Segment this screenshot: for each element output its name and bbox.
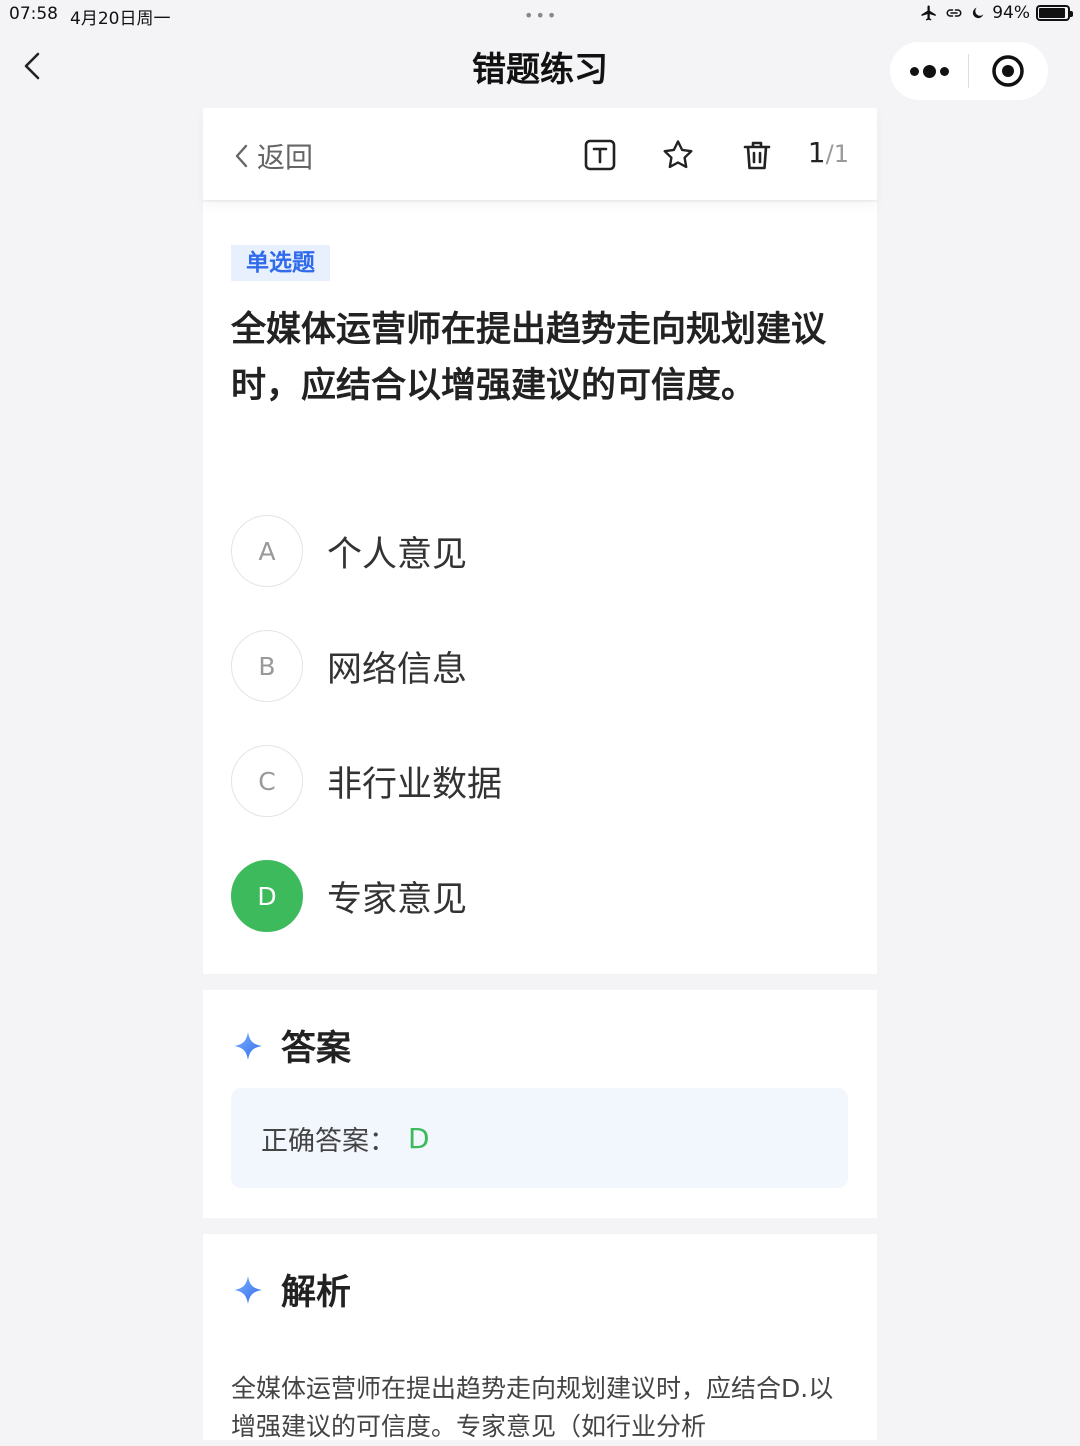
answer-title: 答案 [281, 1029, 352, 1069]
back-button-label: 返回 [257, 141, 314, 174]
status-bar: 07:58 4月20日周一 ••• 94% [0, 0, 1080, 30]
option-c[interactable]: C 非行业数据 [231, 745, 502, 817]
battery-percent: 94% [992, 3, 1030, 23]
chevron-left-icon [235, 144, 248, 168]
battery-icon [1036, 5, 1073, 21]
question-type-tag: 单选题 [231, 245, 330, 281]
question-card: 单选题 全媒体运营师在提出趋势走向规划建议时，应结合以增强建议的可信度。 A 个… [203, 202, 877, 974]
star-icon[interactable] [661, 138, 695, 172]
option-text: 个人意见 [327, 534, 468, 575]
correct-answer-value: D [408, 1121, 430, 1155]
correct-answer-box: 正确答案： D [231, 1088, 848, 1188]
counter-separator: / [825, 140, 834, 168]
back-button[interactable]: 返回 [233, 136, 313, 176]
counter-current: 1 [807, 136, 826, 169]
answer-card: 答案 正确答案： D [203, 990, 877, 1218]
correct-answer-label: 正确答案： [261, 1125, 396, 1157]
airplane-icon [921, 5, 936, 21]
option-text: 非行业数据 [327, 764, 503, 805]
text-size-icon[interactable] [583, 138, 617, 172]
more-options-icon[interactable] [890, 42, 968, 100]
multitask-dots-icon[interactable]: ••• [524, 6, 558, 25]
option-a[interactable]: A 个人意见 [231, 515, 467, 587]
analysis-title: 解析 [281, 1273, 352, 1313]
status-time: 07:58 [9, 4, 58, 24]
option-text: 网络信息 [327, 649, 468, 690]
question-text: 全媒体运营师在提出趋势走向规划建议时，应结合以增强建议的可信度。 [231, 310, 827, 406]
close-target-icon[interactable] [969, 42, 1047, 100]
option-b[interactable]: B 网络信息 [231, 630, 467, 702]
option-d[interactable]: D 专家意见 [231, 860, 467, 932]
option-text: 专家意见 [327, 879, 468, 920]
option-letter: A [231, 515, 303, 587]
link-icon [946, 9, 962, 17]
sparkle-icon [234, 1275, 262, 1304]
sparkle-icon [234, 1031, 262, 1060]
trash-icon[interactable] [740, 138, 774, 172]
moon-icon [973, 7, 984, 19]
status-date: 4月20日周一 [70, 9, 171, 29]
analysis-card: 解析 全媒体运营师在提出趋势走向规划建议时，应结合D.以增强建议的可信度。专家意… [203, 1234, 877, 1441]
status-icons: 94% [920, 3, 1073, 23]
navbar: 错题练习 [0, 30, 1080, 108]
analysis-section-title: 解析 [233, 1264, 351, 1315]
question-toolbar: 返回 1/1 [203, 108, 877, 200]
analysis-text: 全媒体运营师在提出趋势走向规划建议时，应结合D.以增强建议的可信度。专家意见（如… [231, 1374, 834, 1441]
mini-program-capsule [890, 42, 1048, 100]
option-letter-correct: D [231, 860, 303, 932]
question-counter: 1/1 [808, 136, 849, 169]
option-letter: C [231, 745, 303, 817]
counter-total: 1 [833, 140, 849, 168]
answer-section-title: 答案 [233, 1020, 351, 1071]
option-letter: B [231, 630, 303, 702]
battery-fill [1039, 8, 1066, 18]
